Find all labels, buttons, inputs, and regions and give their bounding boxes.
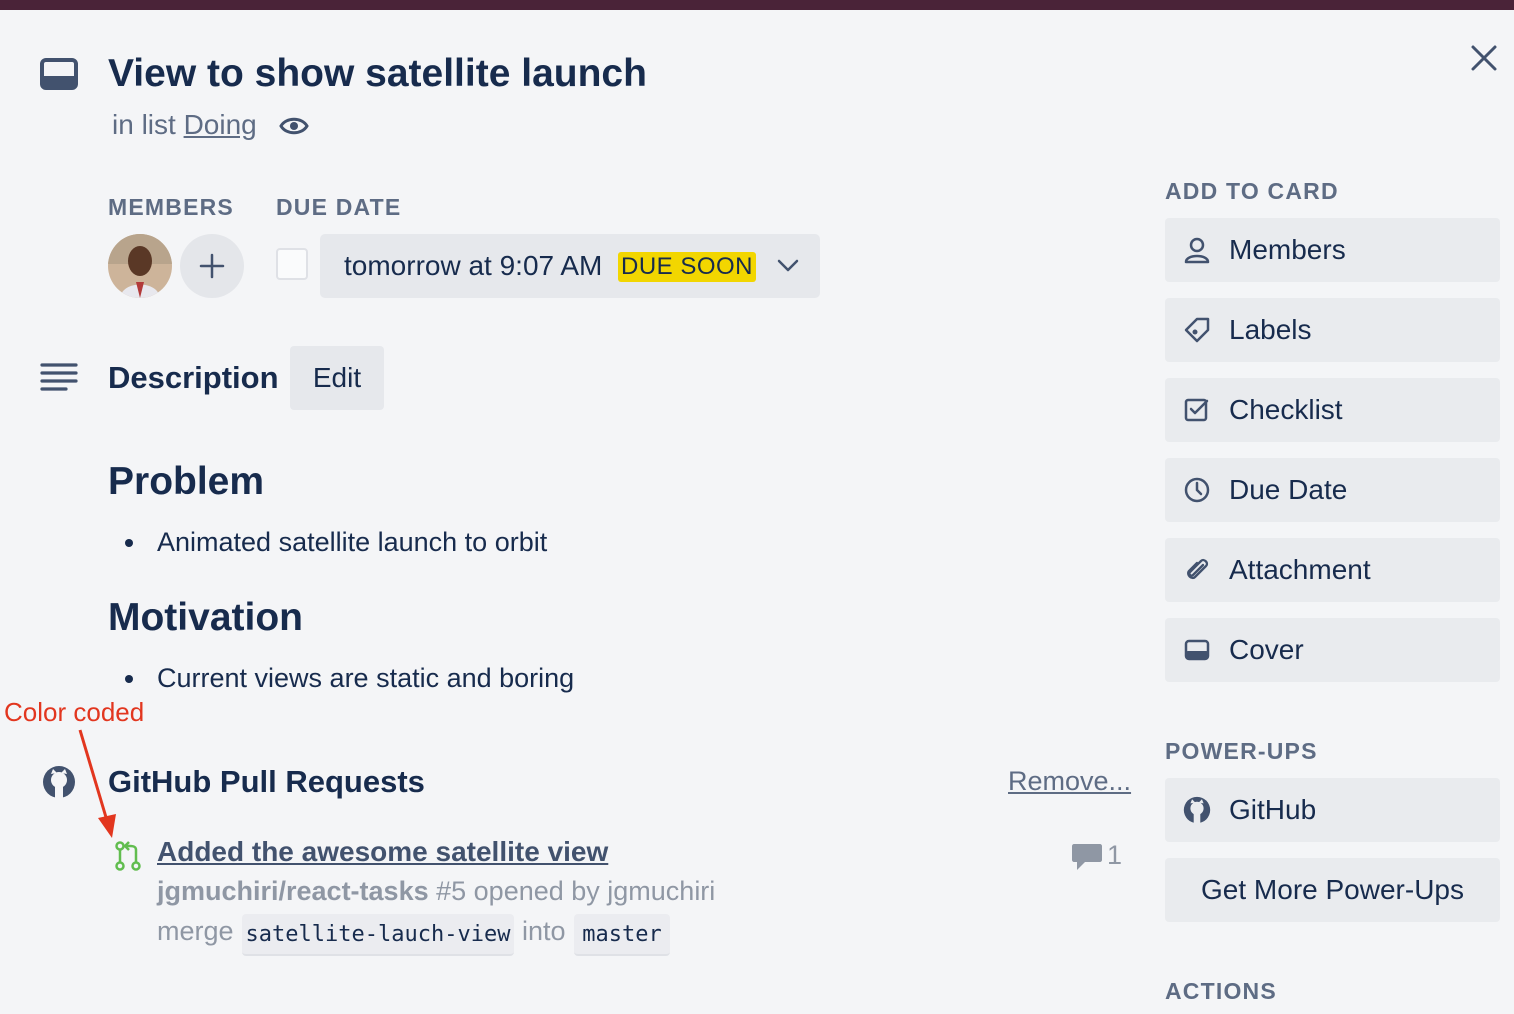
- chevron-down-icon[interactable]: [776, 258, 800, 274]
- sidebar-button-label: Labels: [1229, 314, 1312, 345]
- sidebar-labels-button[interactable]: Labels: [1165, 298, 1500, 362]
- sidebar-button-label: Due Date: [1229, 474, 1348, 505]
- comment-count: 1: [1107, 840, 1123, 870]
- sidebar-github-button[interactable]: GitHub: [1165, 778, 1500, 842]
- comment-icon: [1071, 842, 1103, 872]
- edit-description-button[interactable]: Edit: [290, 346, 384, 410]
- pull-request-title-link[interactable]: Added the awesome satellite view: [157, 836, 608, 868]
- list-item: Animated satellite launch to orbit: [157, 527, 548, 557]
- paperclip-icon: [1183, 556, 1211, 584]
- sidebar-button-label: Members: [1229, 234, 1346, 265]
- bullet-dot: [125, 539, 133, 547]
- window-top-bar: [0, 0, 1514, 10]
- due-complete-checkbox[interactable]: [276, 248, 308, 280]
- motivation-heading: Motivation: [108, 596, 303, 639]
- annotation-label: Color coded: [4, 697, 145, 727]
- close-icon[interactable]: [1470, 44, 1498, 72]
- person-icon: [1183, 236, 1211, 264]
- list-link[interactable]: Doing: [184, 109, 257, 140]
- github-icon: [1183, 796, 1211, 824]
- clock-icon: [1183, 476, 1211, 504]
- list-breadcrumb: in list Doing: [112, 109, 257, 141]
- pull-request-repo[interactable]: jgmuchiri/react-tasks: [157, 876, 429, 906]
- sidebar-button-label: Cover: [1229, 634, 1304, 665]
- sidebar-button-label: Checklist: [1229, 394, 1343, 425]
- pull-request-opened-by: #5 opened by jgmuchiri: [436, 876, 716, 906]
- list-prefix: in list: [112, 109, 176, 140]
- pull-request-icon: [114, 840, 142, 872]
- add-member-button[interactable]: [180, 234, 244, 298]
- tag-icon: [1183, 316, 1211, 344]
- power-ups-label: POWER-UPS: [1165, 738, 1318, 764]
- bullet-dot: [125, 675, 133, 683]
- description-title: Description: [108, 360, 279, 395]
- cover-icon: [1183, 636, 1211, 664]
- sidebar-checklist-button[interactable]: Checklist: [1165, 378, 1500, 442]
- sidebar-attachment-button[interactable]: Attachment: [1165, 538, 1500, 602]
- merge-word: merge: [157, 916, 234, 946]
- add-to-card-label: ADD TO CARD: [1165, 178, 1339, 204]
- sidebar-button-label: Get More Power-Ups: [1201, 874, 1464, 905]
- card-title[interactable]: View to show satellite launch: [108, 52, 647, 96]
- actions-label: ACTIONS: [1165, 978, 1277, 1004]
- card-icon: [40, 58, 78, 90]
- target-branch-chip: master: [574, 914, 670, 956]
- sidebar-button-label: Attachment: [1229, 554, 1371, 585]
- sidebar-due-date-button[interactable]: Due Date: [1165, 458, 1500, 522]
- get-more-power-ups-button[interactable]: Get More Power-Ups: [1165, 858, 1500, 922]
- sidebar-members-button[interactable]: Members: [1165, 218, 1500, 282]
- due-soon-badge: DUE SOON: [618, 252, 756, 282]
- sidebar-button-label: GitHub: [1229, 794, 1317, 825]
- due-date-label: DUE DATE: [276, 194, 402, 220]
- avatar[interactable]: [108, 234, 172, 298]
- github-pull-requests-title: GitHub Pull Requests: [108, 764, 425, 799]
- watch-eye-icon[interactable]: [279, 114, 309, 138]
- source-branch-chip: satellite-lauch-view: [242, 914, 514, 956]
- description-icon: [40, 362, 78, 394]
- plus-icon: [199, 253, 225, 279]
- github-icon: [42, 765, 76, 799]
- into-word: into: [522, 916, 566, 946]
- members-label: MEMBERS: [108, 194, 234, 220]
- problem-heading: Problem: [108, 460, 265, 503]
- checklist-icon: [1183, 396, 1211, 424]
- pull-request-meta: jgmuchiri/react-tasks #5 opened by jgmuc…: [157, 876, 715, 907]
- list-item: Current views are static and boring: [157, 663, 575, 693]
- sidebar-cover-button[interactable]: Cover: [1165, 618, 1500, 682]
- due-date-value: tomorrow at 9:07 AM: [344, 250, 603, 281]
- remove-link[interactable]: Remove...: [1008, 766, 1131, 797]
